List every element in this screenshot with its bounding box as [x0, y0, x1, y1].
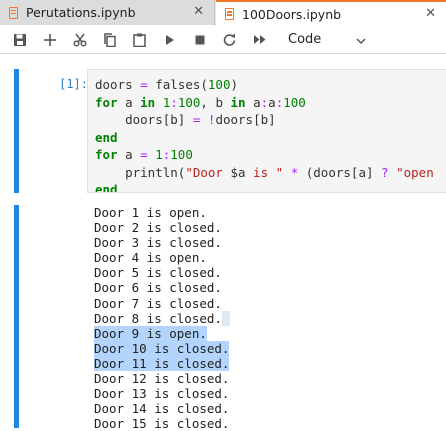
output-line: Door 10 is closed.: [94, 340, 446, 356]
code-content: doors = falses(100) for a in 1:100, b in…: [88, 70, 446, 193]
paste-icon[interactable]: [128, 30, 151, 50]
tab-100doors[interactable]: 100Doors.ipynb ✕: [216, 0, 446, 26]
stop-icon[interactable]: [188, 30, 211, 50]
notebook-icon: [8, 6, 20, 20]
output-area: Door 1 is open. Door 2 is closed. Door 3 i…: [94, 205, 446, 431]
output-line-text: Door 14 is closed.: [94, 401, 230, 417]
code-line-3: doors[b] = !doors[b]: [95, 112, 276, 127]
save-icon[interactable]: [8, 30, 31, 50]
output-line-text: Door 3 is closed.: [94, 235, 222, 251]
output-line-text: Door 9 is open.: [94, 325, 207, 341]
tab-bar: Perutations.ipynb ✕ 100Doors.ipynb ✕: [0, 0, 446, 26]
output-line: Door 1 is open.: [94, 205, 446, 220]
tab-perutations[interactable]: Perutations.ipynb ✕: [0, 0, 215, 25]
code-editor[interactable]: doors = falses(100) for a in 1:100, b in…: [87, 69, 446, 193]
output-line: Door 14 is closed.: [94, 401, 446, 416]
output-line-text: Door 8 is closed.: [94, 310, 222, 326]
notebook-toolbar: Code: [0, 26, 446, 54]
output-line: Door 15 is closed.: [94, 416, 446, 431]
add-cell-icon[interactable]: [38, 30, 61, 50]
restart-icon[interactable]: [218, 30, 241, 50]
notebook-icon: [224, 7, 236, 21]
copy-icon[interactable]: [98, 30, 121, 50]
tab-label: 100Doors.ipynb: [242, 6, 342, 22]
code-line-5: for a = 1:100: [95, 147, 193, 162]
output-line-text: Door 12 is closed.: [94, 371, 230, 387]
input-prompt: [1]:: [59, 77, 88, 91]
input-collapser[interactable]: [14, 69, 19, 193]
cell-type-select[interactable]: Code: [284, 29, 368, 51]
output-line-text: Door 2 is closed.: [94, 220, 222, 236]
output-line: Door 12 is closed.: [94, 371, 446, 386]
output-line: Door 8 is closed.: [94, 310, 446, 326]
code-line-1: doors = falses(100): [95, 77, 239, 92]
selection-highlight: [221, 310, 230, 326]
output-line: Door 6 is closed.: [94, 280, 446, 295]
close-icon[interactable]: ✕: [425, 6, 436, 21]
code-line-2: for a in 1:100, b in a:a:100: [95, 94, 306, 110]
close-icon[interactable]: ✕: [193, 4, 204, 19]
output-line: Door 5 is closed.: [94, 265, 446, 280]
run-all-icon[interactable]: [248, 30, 271, 50]
cell-type-value: Code: [288, 32, 322, 47]
code-line-7: end: [95, 182, 118, 193]
chevron-down-icon: [356, 34, 366, 49]
output-line: Door 2 is closed.: [94, 220, 446, 235]
code-line-6: println("Door $a is " * (doors[a] ? "ope…: [95, 164, 434, 180]
output-line-text: Door 10 is closed.: [94, 340, 230, 356]
cut-icon[interactable]: [68, 30, 91, 50]
output-line-text: Door 4 is open.: [94, 250, 207, 266]
output-line: Door 3 is closed.: [94, 235, 446, 250]
output-line-text: Door 6 is closed.: [94, 280, 222, 296]
tab-label: Perutations.ipynb: [26, 5, 136, 20]
output-line: Door 4 is open.: [94, 250, 446, 265]
output-line-text: Door 11 is closed.: [94, 355, 230, 371]
output-line: Door 9 is open.: [94, 325, 446, 341]
output-line: Door 11 is closed.: [94, 355, 446, 371]
output-line-text: Door 7 is closed.: [94, 295, 222, 311]
output-line: Door 13 is closed.: [94, 386, 446, 401]
output-line-text: Door 1 is open.: [94, 205, 207, 220]
output-line-text: Door 5 is closed.: [94, 265, 222, 281]
run-icon[interactable]: [158, 30, 181, 50]
output-line-text: Door 15 is closed.: [94, 416, 230, 431]
code-line-4: end: [95, 129, 118, 145]
notebook-panel: [1]: doors = falses(100) for a in 1:100,…: [0, 55, 446, 431]
output-collapser[interactable]: [14, 205, 19, 428]
output-line-text: Door 13 is closed.: [94, 386, 230, 402]
output-line: Door 7 is closed.: [94, 296, 446, 311]
